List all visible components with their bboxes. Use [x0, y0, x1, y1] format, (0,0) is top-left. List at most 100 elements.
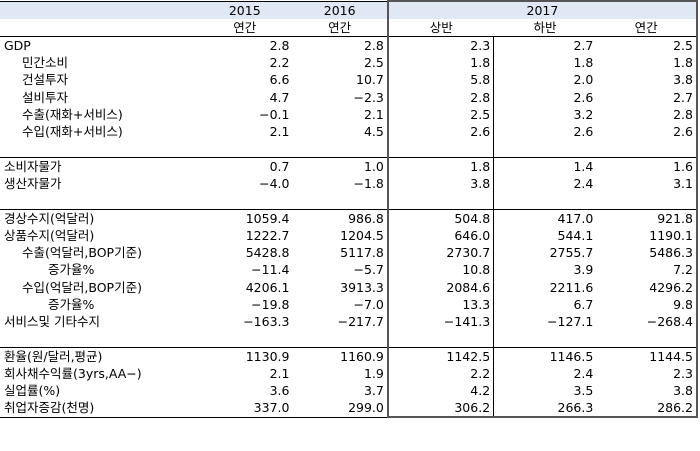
value-2015: 2.1	[269, 123, 290, 139]
value-2015: −4.0	[259, 175, 290, 191]
row-label: 민간소비	[22, 55, 69, 71]
value-2016: 4.5	[363, 123, 384, 139]
forecast-table-sheet: 2015 2016 2017 연간 연간 상반 하반 연간 GDP 2.8 2.8 2…	[0, 0, 700, 451]
row-label: 건설투자	[22, 72, 69, 88]
value-2017-h2: 1.4	[493, 156, 597, 175]
value-2017-h2: 2755.7	[549, 245, 594, 261]
year-2015-header: 2015	[197, 0, 293, 20]
value-2017-annual: 286.2	[596, 399, 698, 419]
value-2016	[292, 329, 388, 348]
row-label: 증가율%	[48, 296, 95, 312]
value-2016: 5117.8	[340, 245, 384, 261]
value-2016: 3.7	[363, 383, 384, 399]
value-2017-h2	[493, 329, 597, 348]
value-2017-h1: 2084.6	[386, 278, 495, 296]
value-2017-h2: 3.2	[573, 106, 594, 122]
value-2017-h1: 2.8	[386, 88, 495, 106]
table-row: 수출(재화+서비스) −0.1 2.1 2.5 3.2 2.8	[0, 105, 698, 123]
row-label: 생산자물가	[4, 175, 62, 191]
value-2016: 986.8	[292, 209, 388, 228]
value-2015: −163.3	[243, 313, 290, 329]
value-2017-h1: 2.5	[386, 105, 495, 123]
value-2015: −11.4	[251, 262, 290, 278]
value-2015: 5428.8	[245, 245, 290, 261]
forecast-table: 2015 2016 2017 연간 연간 상반 하반 연간 GDP 2.8 2.8 2…	[0, 0, 699, 419]
value-2017-h1: 2.2	[386, 364, 495, 383]
value-2015: 337.0	[197, 399, 293, 418]
value-2017-annual: 1144.5	[596, 346, 698, 365]
row-label: 증가율%	[48, 262, 95, 278]
value-2016	[292, 139, 388, 158]
value-2016: 1.0	[292, 156, 388, 175]
value-2017-h1	[386, 139, 495, 158]
value-2017-h1: 10.8	[386, 261, 495, 279]
table-row	[0, 192, 698, 211]
value-2017-h2	[493, 192, 597, 211]
value-2017-annual: 2.8	[596, 105, 698, 123]
value-2017-annual: 1190.1	[596, 227, 698, 245]
table-row: 서비스및 기타수지 −163.3 −217.7 −141.3 −127.1 −268.4	[0, 312, 698, 330]
value-2016: 1160.9	[292, 346, 388, 365]
row-label: 환율(원/달러,평균)	[0, 346, 198, 365]
value-2016: −217.7	[337, 313, 384, 329]
value-2017-annual: 2.3	[596, 364, 698, 383]
row-label: 경상수지(억달러)	[0, 209, 198, 228]
row-label: 취업자증감(천명)	[0, 399, 198, 418]
value-2017-h2	[493, 139, 597, 158]
row-label: 실업률(%)	[4, 383, 61, 399]
value-2017-annual	[596, 192, 698, 211]
row-label	[0, 192, 198, 211]
row-label: 회사채수익률(3yrs,AA−)	[4, 366, 142, 382]
table-row: 취업자증감(천명) 337.0 299.0 306.2 266.3 286.2	[0, 399, 698, 419]
value-2017-h2: 544.1	[557, 228, 594, 244]
value-2017-h2: 1.8	[573, 55, 594, 71]
value-2017-annual: 2.6	[596, 122, 698, 140]
row-label	[0, 139, 198, 158]
value-2017-h2: 417.0	[493, 209, 597, 228]
year-2017-header: 2017	[386, 0, 699, 20]
value-2017-h1	[386, 329, 495, 348]
value-2017-h2: −127.1	[547, 313, 594, 329]
value-2017-h1: 13.3	[386, 295, 495, 313]
value-2017-h1	[386, 192, 495, 211]
table-row: 생산자물가 −4.0 −1.8 3.8 2.4 3.1	[0, 174, 698, 193]
value-2017-h1: 2.6	[386, 122, 495, 140]
value-2017-h2: 266.3	[493, 399, 597, 419]
table-row: 설비투자 4.7 −2.3 2.8 2.6 2.7	[0, 88, 698, 106]
value-2015: 4206.1	[245, 279, 290, 295]
table-row: 수출(억달러,BOP기준) 5428.8 5117.8 2730.7 2755.7 548…	[0, 244, 698, 262]
year-header-row: 2015 2016 2017	[0, 0, 699, 20]
value-2017-h1: 646.0	[386, 227, 495, 245]
value-2015	[197, 192, 293, 211]
value-2017-annual: 2.5	[596, 36, 698, 55]
value-2016: −7.0	[353, 296, 384, 312]
value-2016	[292, 192, 388, 211]
value-2017-h1: 2730.7	[386, 244, 495, 262]
value-2017-h1: 5.8	[386, 71, 495, 89]
sub-header-2016: 연간	[292, 19, 388, 37]
value-2015: 2.1	[269, 366, 290, 382]
row-label: 수출(억달러,BOP기준)	[22, 245, 142, 261]
year-2016-header: 2016	[292, 0, 388, 20]
table-row: 상품수지(억달러) 1222.7 1204.5 646.0 544.1 1190.1	[0, 227, 698, 245]
value-2015: 6.6	[269, 72, 290, 88]
value-2017-h1: 2.3	[386, 36, 495, 55]
value-2015: 4.7	[269, 89, 290, 105]
table-row	[0, 139, 698, 158]
value-2015: 2.8	[197, 36, 293, 55]
table-row: 증가율% −19.8 −7.0 13.3 6.7 9.8	[0, 295, 698, 313]
value-2015	[197, 329, 293, 348]
value-2017-h2: 3.5	[573, 383, 594, 399]
value-2017-annual: 1.8	[596, 54, 698, 72]
value-2017-h1: 504.8	[386, 209, 495, 228]
value-2017-h2: 2.4	[573, 175, 594, 191]
table-row	[0, 329, 698, 348]
value-2017-h2: 2.7	[493, 36, 597, 55]
value-2017-h1: 3.8	[386, 174, 495, 193]
value-2016: 2.5	[363, 55, 384, 71]
corner-sub-cell	[0, 19, 198, 37]
value-2017-h2: 2211.6	[549, 279, 594, 295]
table-row: 환율(원/달러,평균) 1130.9 1160.9 1142.5 1146.5 1144.…	[0, 346, 698, 365]
value-2017-h2: 3.9	[573, 262, 594, 278]
table-row: 건설투자 6.6 10.7 5.8 2.0 3.8	[0, 71, 698, 89]
